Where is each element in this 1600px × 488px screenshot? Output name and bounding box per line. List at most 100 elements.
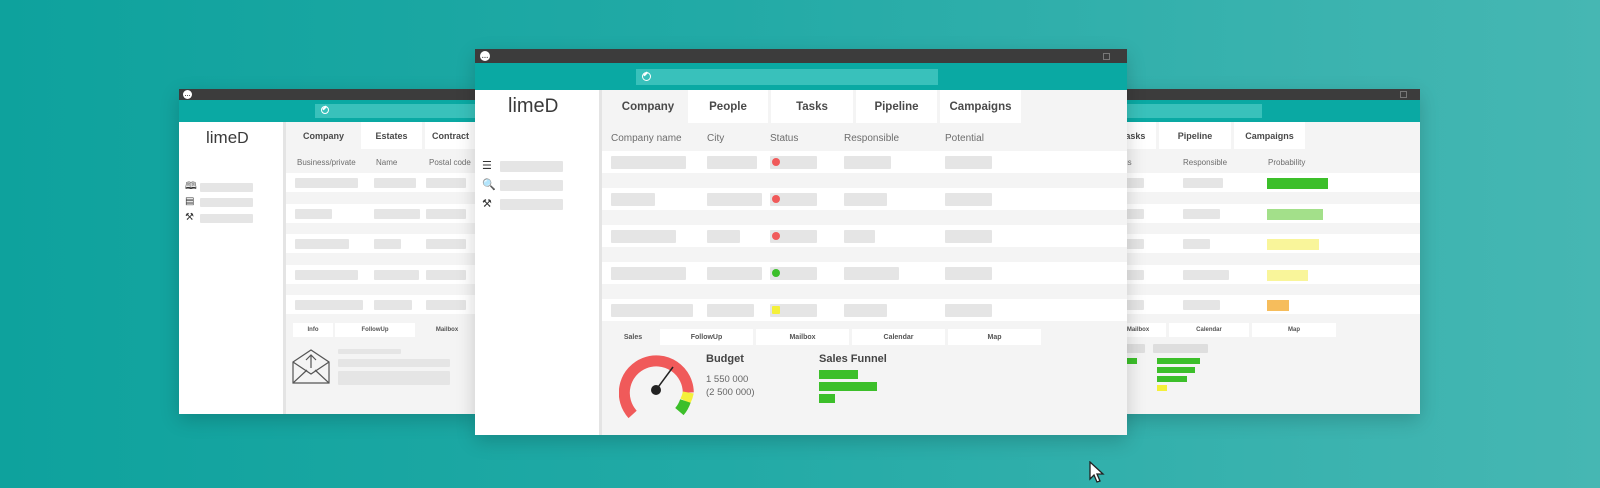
maximize-icon[interactable] [1103,53,1110,60]
gauge-green-arc [675,399,691,416]
left-bottom-tab-mailbox[interactable]: Mailbox [417,323,477,337]
tab-people[interactable]: People [688,90,768,123]
responsible-cell [844,304,887,317]
close-icon[interactable] [1115,53,1122,60]
right-tab-campaigns[interactable]: Campaigns [1234,122,1305,149]
cell-placeholder [295,178,358,188]
funnel-bar [1157,358,1200,364]
center-sidebar-item-tools[interactable]: ⚒ [482,197,567,210]
left-col-postal-code: Postal code [429,158,471,167]
center-content: Company People Tasks Pipeline Campaigns … [602,90,1127,435]
search-icon [642,72,651,81]
center-search-input[interactable] [636,69,938,85]
right-bottom-tab-calendar[interactable]: Calendar [1169,323,1249,337]
cell-placeholder [426,270,466,280]
right-titlebar [1110,89,1420,100]
document-icon: ▤ [185,196,195,207]
cell-placeholder [374,209,420,219]
logo-text: lime [508,95,545,117]
tools-icon: ⚒ [482,197,492,210]
responsible-cell [844,230,875,243]
right-content: Tasks Pipeline Campaigns Status Responsi… [1110,122,1420,414]
tab-tasks[interactable]: Tasks [771,90,853,123]
status-dot-red [772,158,780,166]
sales-funnel-bar [819,394,835,403]
potential-cell [945,230,992,243]
table-row[interactable] [1110,204,1420,223]
right-col-responsible: Responsible [1183,158,1228,167]
left-tab-contract[interactable]: Contract [425,122,479,149]
left-tab-estates[interactable]: Estates [361,122,422,149]
bottom-tab-followup[interactable]: FollowUp [660,329,753,345]
tab-campaigns[interactable]: Campaigns [940,90,1021,123]
center-sidebar-item-tasks[interactable]: ☰ [482,160,567,172]
placeholder [200,198,253,207]
budget-value: 1 550 000 [706,374,749,385]
cell-placeholder [1183,300,1220,310]
mouse-cursor-icon [1089,461,1105,483]
potential-cell [945,156,992,169]
sales-funnel-title: Sales Funnel [819,353,887,365]
cell-placeholder [1183,270,1229,280]
probability-bar [1267,300,1289,311]
gauge-yellow-arc [680,391,694,404]
left-lime-logo: limeD [206,128,249,148]
probability-bar [1267,178,1328,189]
table-row[interactable] [1110,234,1420,253]
bottom-tab-mailbox[interactable]: Mailbox [756,329,849,345]
table-row[interactable] [1110,265,1420,284]
bottom-tab-calendar[interactable]: Calendar [852,329,945,345]
table-row[interactable] [1110,295,1420,314]
tab-pipeline[interactable]: Pipeline [856,90,937,123]
cell-placeholder [374,239,401,249]
logo-mark-icon: D [237,130,249,147]
tab-company[interactable]: Company [608,90,688,123]
placeholder [500,199,563,210]
left-sidebar-item-tools[interactable]: ⚒ [185,213,255,223]
left-tab-company[interactable]: Company [286,122,361,149]
maximize-icon[interactable] [1400,91,1407,98]
company-name-cell [611,230,676,243]
left-sidebar-item-document[interactable]: ▤ [185,197,255,207]
tools-icon: ⚒ [185,212,194,223]
cell-placeholder [374,270,419,280]
placeholder [1153,344,1208,353]
mail-placeholder [338,371,450,385]
funnel-bar [1157,367,1195,373]
bottom-tab-map[interactable]: Map [948,329,1041,345]
left-window: … limeD 🕮 ▤ ⚒ Company Estates Contract B… [179,89,479,414]
right-tab-pipeline[interactable]: Pipeline [1159,122,1231,149]
cell-placeholder [374,300,412,310]
envelope-upload-icon [292,349,330,384]
col-status: Status [770,133,799,144]
left-bottom-tab-followup[interactable]: FollowUp [335,323,415,337]
right-search-input[interactable] [1110,104,1262,118]
center-window: … limeD ☰ 🔍 ⚒ Company People Tasks Pipel… [475,49,1127,435]
table-row[interactable] [1110,173,1420,192]
close-icon[interactable] [1410,91,1417,98]
cell-placeholder [1183,239,1210,249]
left-titlebar: … [179,89,479,100]
cell-placeholder [295,300,363,310]
right-bottom-tab-map[interactable]: Map [1252,323,1336,337]
search-icon [321,106,329,114]
left-sidebar-item-book[interactable]: 🕮 [185,182,255,192]
logo-mark-icon: D [544,96,559,117]
status-dot-red [772,232,780,240]
left-search-input[interactable] [315,104,479,118]
budget-title: Budget [706,353,744,365]
cell-placeholder [1183,178,1223,188]
status-dot-red [772,195,780,203]
sales-funnel-bar [819,382,877,391]
left-bottom-tab-info[interactable]: Info [293,323,333,337]
col-responsible: Responsible [844,133,900,144]
left-searchbar [179,100,479,122]
mail-placeholder [338,359,450,367]
budget-gauge [619,355,694,419]
bottom-tab-sales[interactable]: Sales [613,329,653,345]
center-sidebar-item-documents[interactable]: 🔍 [482,179,567,191]
left-col-business-private: Business/private [297,158,356,167]
logo-text: lime [206,128,238,147]
right-window: Tasks Pipeline Campaigns Status Responsi… [1110,89,1420,414]
company-name-cell [611,267,686,280]
